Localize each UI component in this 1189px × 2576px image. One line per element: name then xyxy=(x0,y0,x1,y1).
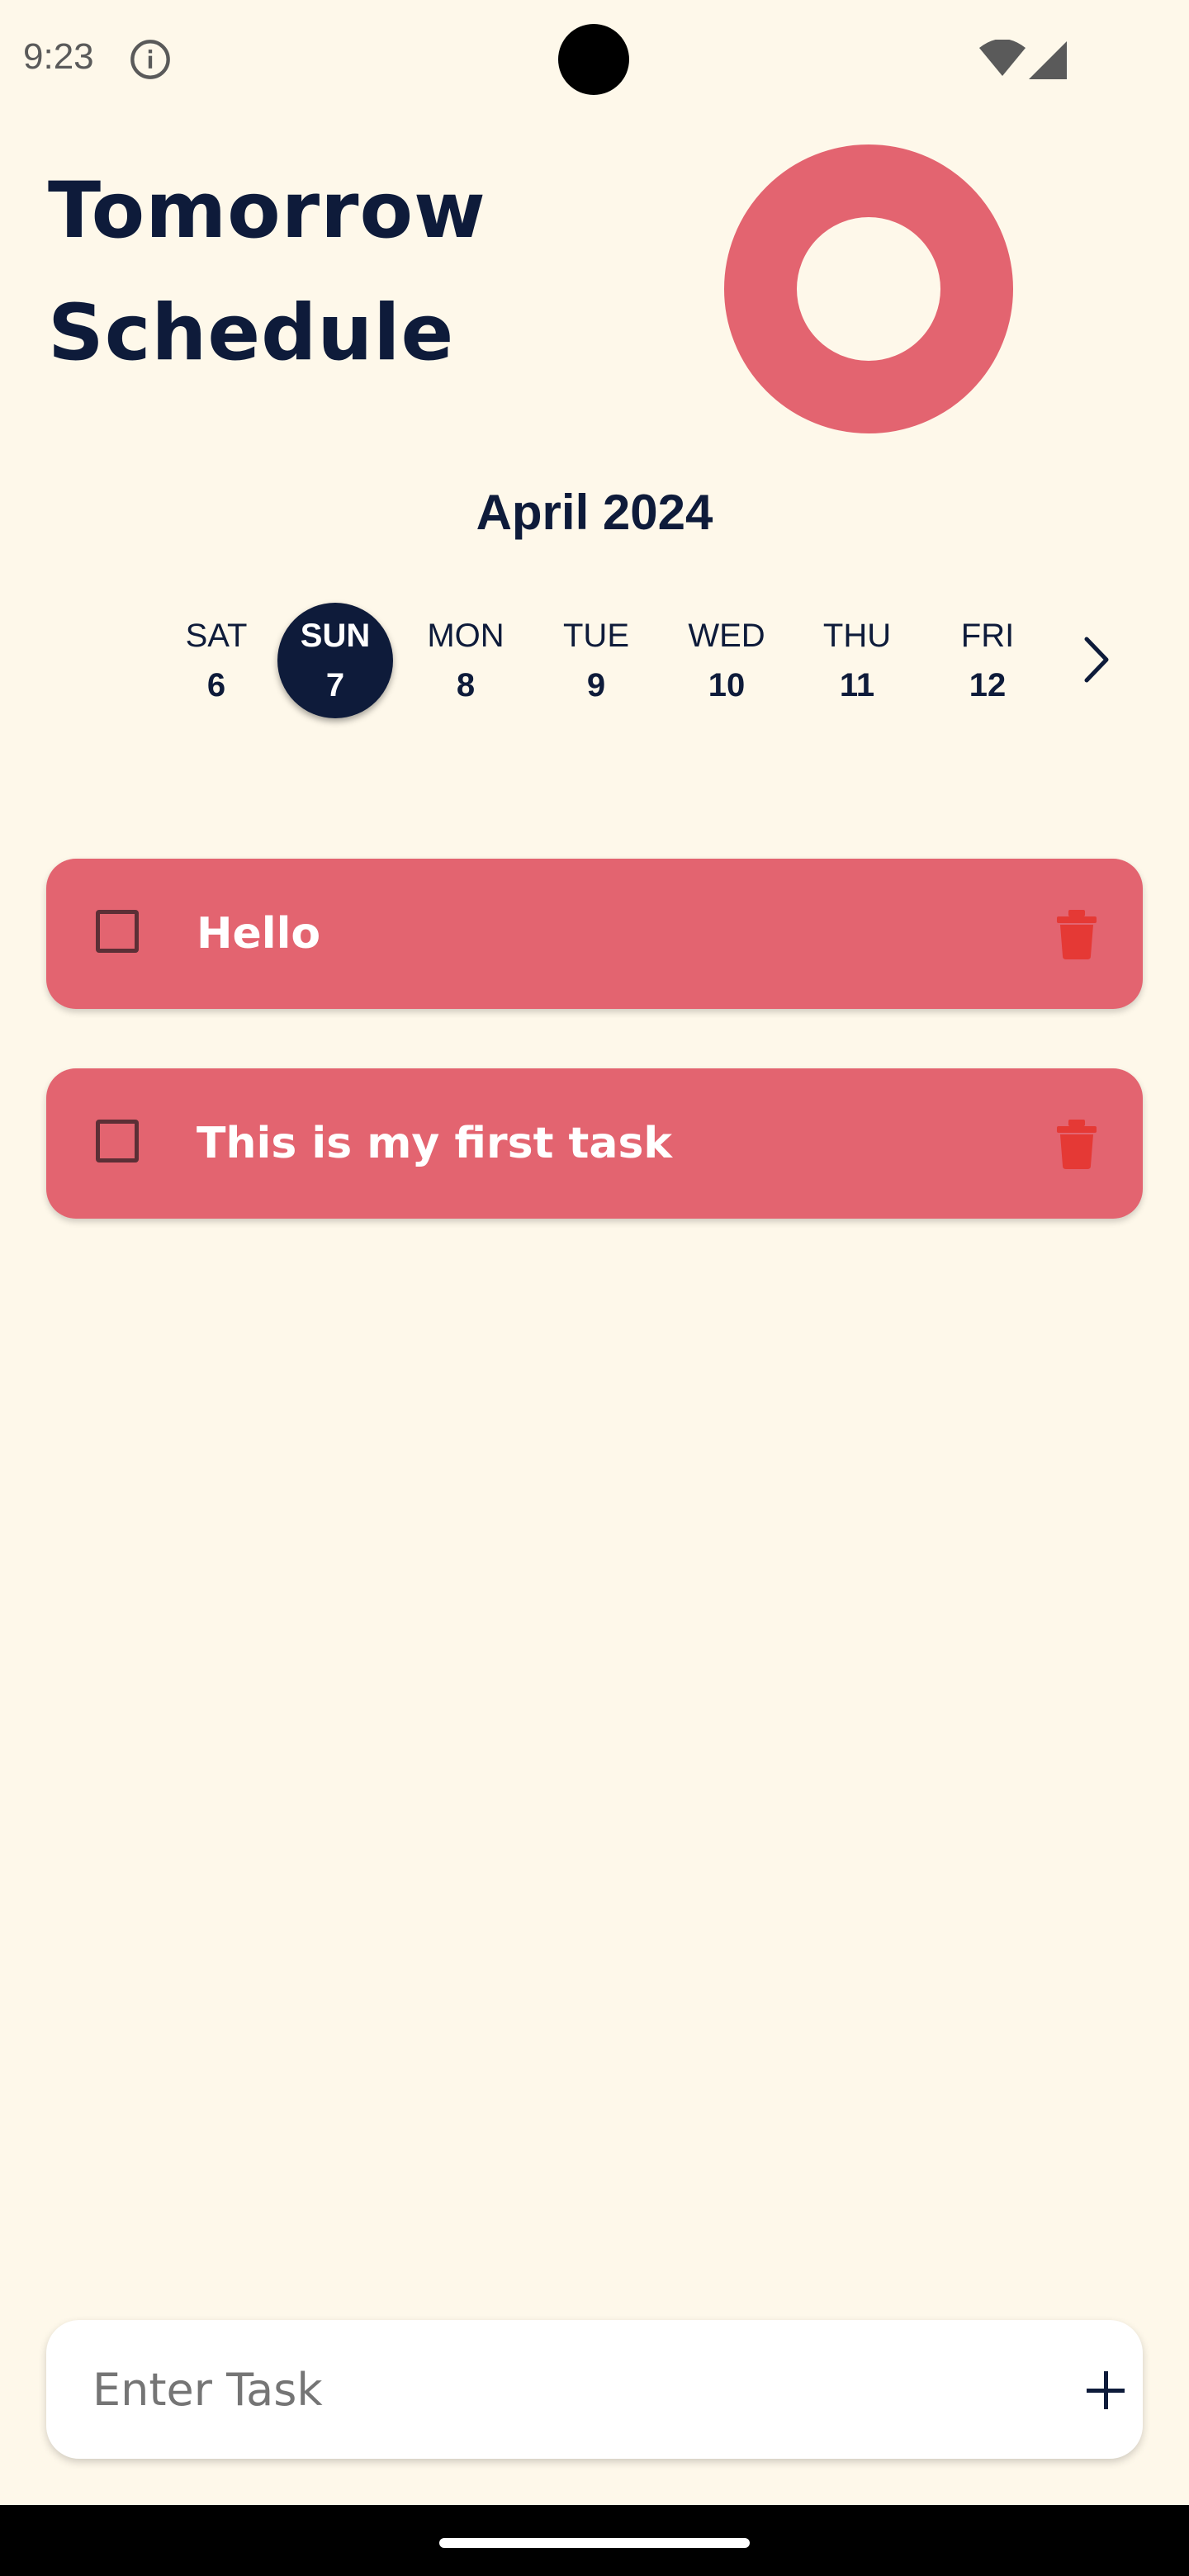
day-number: 7 xyxy=(325,667,345,703)
task-card[interactable]: This is my first task xyxy=(46,1068,1143,1219)
day-thu-11[interactable]: THU 11 xyxy=(796,599,918,722)
page-title: Tomorrow Schedule xyxy=(48,150,675,395)
task-label: This is my first task xyxy=(197,1119,673,1168)
day-tue-9[interactable]: TUE 9 xyxy=(535,599,657,722)
day-mon-8[interactable]: MON 8 xyxy=(405,599,527,722)
day-sun-7-selected[interactable]: SUN 7 xyxy=(274,599,396,722)
navigation-bar xyxy=(0,2505,1189,2576)
day-of-week: THU xyxy=(822,618,892,654)
day-of-week: MON xyxy=(427,618,504,654)
day-sat-6[interactable]: SAT 6 xyxy=(155,599,277,722)
day-of-week: SUN xyxy=(300,618,371,654)
task-checkbox[interactable] xyxy=(96,910,139,953)
day-wed-10[interactable]: WED 10 xyxy=(666,599,788,722)
home-indicator[interactable] xyxy=(439,2538,750,2548)
info-icon xyxy=(130,40,170,79)
wifi-icon xyxy=(979,40,1026,76)
day-number: 6 xyxy=(206,667,226,703)
day-number: 8 xyxy=(456,667,476,703)
task-card[interactable]: Hello xyxy=(46,859,1143,1009)
day-number: 10 xyxy=(708,667,746,703)
camera-cutout xyxy=(558,24,629,95)
day-of-week: SAT xyxy=(185,618,248,654)
task-checkbox[interactable] xyxy=(96,1120,139,1163)
day-fri-12[interactable]: FRI 12 xyxy=(926,599,1049,722)
page-title-line2: Schedule xyxy=(48,288,455,378)
day-of-week: TUE xyxy=(563,618,629,654)
day-of-week: FRI xyxy=(960,618,1015,654)
day-number: 9 xyxy=(586,667,606,703)
task-input-container xyxy=(46,2320,1143,2459)
month-label: April 2024 xyxy=(476,485,713,540)
task-input[interactable] xyxy=(92,2320,1001,2459)
page-title-line1: Tomorrow xyxy=(48,166,486,256)
day-number: 12 xyxy=(969,667,1007,703)
date-strip: SAT 6 SUN 7 MON 8 TUE 9 WED 10 THU 11 FR… xyxy=(155,599,1014,722)
trash-icon[interactable] xyxy=(1054,910,1100,959)
day-of-week: WED xyxy=(688,618,765,654)
chevron-right-icon[interactable] xyxy=(1075,632,1116,687)
status-bar: 9:23 xyxy=(0,0,1189,119)
status-time: 9:23 xyxy=(23,36,94,77)
cell-signal-icon xyxy=(1029,41,1067,79)
plus-icon[interactable] xyxy=(1077,2361,1135,2419)
trash-icon[interactable] xyxy=(1054,1120,1100,1169)
task-label: Hello xyxy=(197,909,321,959)
progress-ring xyxy=(724,144,1013,433)
day-number: 11 xyxy=(839,667,875,703)
